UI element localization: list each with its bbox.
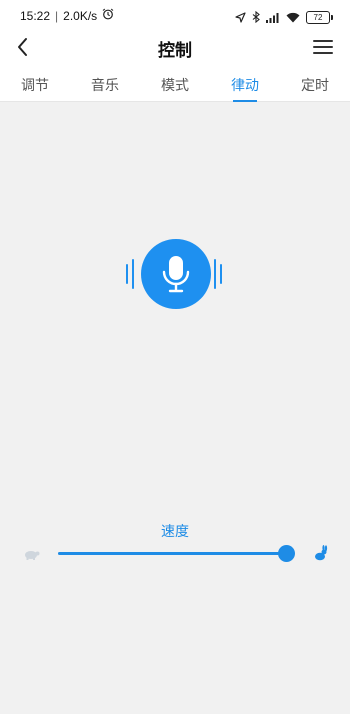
status-network-speed: 2.0K/s [63, 8, 98, 23]
tab-adjust[interactable]: 调节 [0, 75, 70, 95]
sound-wave-left-inner [132, 259, 134, 289]
header-bar: 控制 [0, 30, 350, 64]
turtle-icon [24, 546, 40, 560]
status-left: 15:22 | 2.0K/s [20, 8, 114, 23]
battery-icon: 72 [306, 11, 333, 24]
speed-slider[interactable] [58, 545, 296, 562]
sound-wave-right-outer [220, 264, 222, 284]
tab-bar: 调节 音乐 模式 律动 定时 [0, 64, 350, 102]
tab-rhythm[interactable]: 律动 [210, 75, 280, 95]
page-title: 控制 [158, 41, 192, 61]
rabbit-icon [314, 545, 328, 561]
microphone-button[interactable] [141, 239, 211, 309]
sound-wave-left-outer [126, 264, 128, 284]
tab-timer[interactable]: 定时 [280, 75, 350, 95]
microphone-icon [162, 256, 190, 293]
speed-label: 速度 [161, 524, 189, 540]
status-bar: 15:22 | 2.0K/s 72 [0, 0, 350, 30]
tab-music[interactable]: 音乐 [70, 75, 140, 95]
active-tab-indicator [233, 100, 257, 102]
wifi-icon [286, 8, 300, 27]
location-icon [235, 8, 246, 27]
signal-icon [266, 8, 280, 27]
status-separator: | [55, 8, 59, 23]
bluetooth-icon [252, 8, 260, 27]
status-right: 72 [235, 8, 333, 27]
speed-slider-fill [58, 552, 288, 555]
speed-slider-thumb[interactable] [278, 545, 296, 562]
tab-mode[interactable]: 模式 [140, 75, 210, 95]
alarm-icon [102, 8, 114, 23]
mic-area [123, 238, 227, 312]
status-time: 15:22 [20, 8, 51, 23]
sound-wave-right-inner [214, 259, 216, 289]
menu-button[interactable] [312, 37, 334, 57]
hamburger-menu-icon [313, 40, 333, 54]
